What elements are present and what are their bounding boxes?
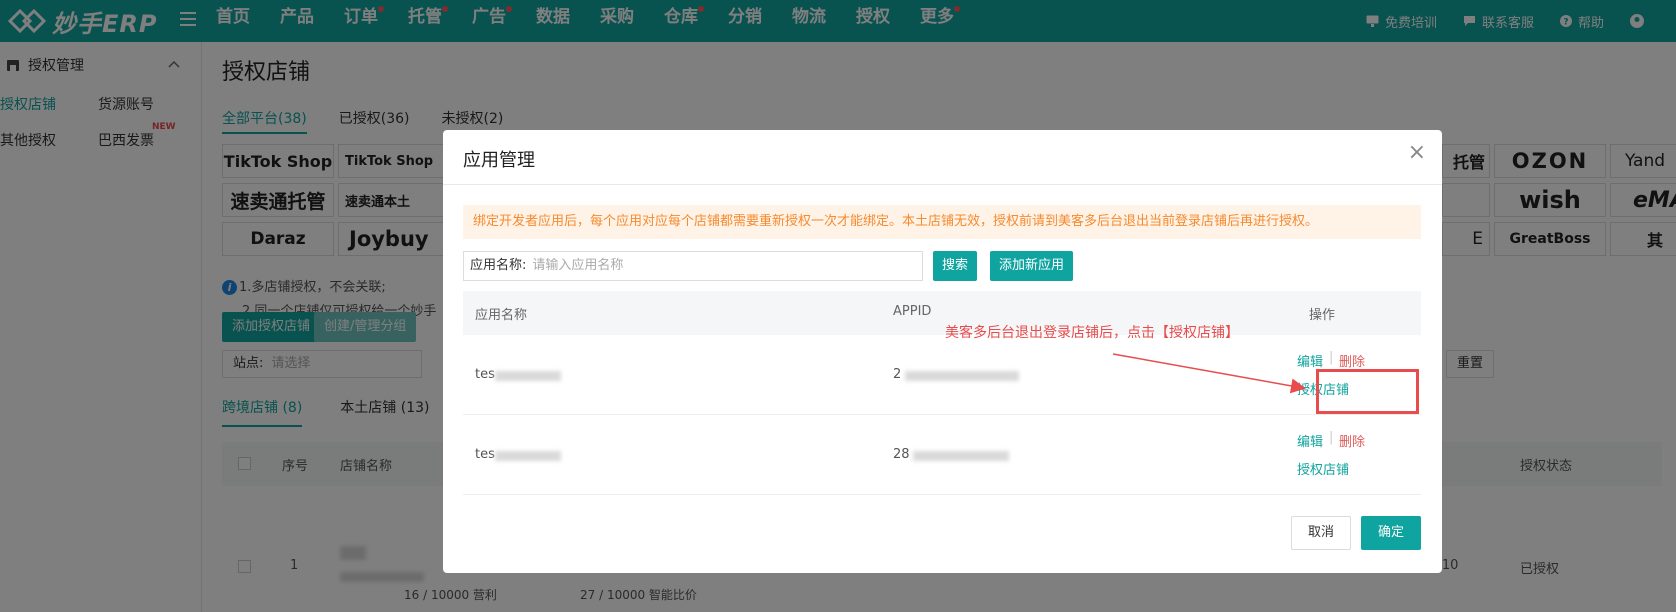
confirm-button[interactable]: 确定	[1361, 516, 1421, 550]
annotation-text: 美客多后台退出登录店铺后，点击【授权店铺】	[945, 325, 1239, 341]
cancel-button[interactable]: 取消	[1291, 516, 1351, 550]
blurred-app-id	[913, 451, 1009, 461]
column-app-name: 应用名称	[475, 308, 528, 323]
action-separator: |	[1329, 350, 1334, 365]
app-name: tes	[475, 447, 495, 462]
divider	[443, 184, 1442, 185]
add-new-app-button[interactable]: 添加新应用	[990, 251, 1074, 281]
annotation-arrow	[1112, 353, 1306, 394]
delete-link[interactable]: 删除	[1339, 351, 1365, 370]
table-row: tes 28 编辑 | 删除 授权店铺	[463, 415, 1421, 495]
blurred-app-id	[905, 371, 1019, 381]
column-actions: 操作	[1309, 308, 1336, 323]
edit-link[interactable]: 编辑	[1297, 431, 1323, 450]
close-icon[interactable]: ×	[1408, 142, 1426, 164]
blurred-app-name	[495, 371, 561, 381]
highlight-box	[1316, 369, 1419, 414]
column-appid: APPID	[893, 304, 932, 319]
authorize-store-link[interactable]: 授权店铺	[1297, 459, 1349, 478]
app-id: 28	[893, 447, 910, 462]
app-name-search-input[interactable]: 应用名称: 请输入应用名称	[463, 251, 923, 281]
delete-link[interactable]: 删除	[1339, 431, 1365, 450]
search-button[interactable]: 搜索	[933, 251, 978, 281]
app-name: tes	[475, 367, 495, 382]
action-separator: |	[1329, 430, 1334, 445]
warning-banner: 绑定开发者应用后，每个应用对应每个店铺都需要重新授权一次才能绑定。本土店铺无效，…	[463, 205, 1421, 239]
app-table-header: 应用名称 APPID 操作	[463, 291, 1421, 335]
modal-title: 应用管理	[463, 150, 535, 171]
blurred-app-name	[495, 451, 561, 461]
app-management-modal: 应用管理 × 绑定开发者应用后，每个应用对应每个店铺都需要重新授权一次才能绑定。…	[443, 130, 1442, 573]
app-id: 2	[893, 367, 902, 382]
